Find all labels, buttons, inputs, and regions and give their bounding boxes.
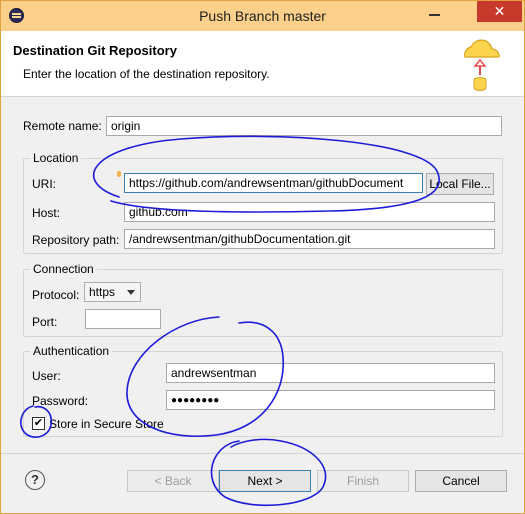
wizard-banner: Destination Git Repository Enter the loc… [1,31,524,97]
banner-description: Enter the location of the destination re… [23,67,270,81]
title-bar: Push Branch master ✕ [1,1,524,31]
host-label: Host: [32,206,61,220]
uri-label: URI: [32,177,56,191]
help-icon[interactable]: ? [25,470,45,490]
minimize-button[interactable] [427,5,443,19]
repository-path-input[interactable]: /andrewsentman/githubDocumentation.git [124,229,495,249]
password-input[interactable]: ●●●●●●●● [166,390,495,410]
close-button[interactable]: ✕ [477,1,522,22]
window-title: Push Branch master [199,8,326,24]
authentication-group-title: Authentication [30,344,113,358]
footer-separator [1,453,524,454]
password-label: Password: [32,394,89,408]
cancel-button[interactable]: Cancel [415,470,507,492]
cloud-upload-icon [464,39,500,91]
banner-title: Destination Git Repository [13,43,177,58]
next-button[interactable]: Next > [219,470,311,492]
push-branch-dialog: Push Branch master ✕ Destination Git Rep… [0,0,525,514]
store-secure-label[interactable]: Store in Secure Store [49,417,164,431]
remote-name-label: Remote name: [23,119,102,133]
location-group-title: Location [30,151,82,165]
connection-group-title: Connection [30,262,97,276]
port-input[interactable] [85,309,161,329]
repository-path-label: Repository path: [32,233,120,247]
port-label: Port: [32,315,58,329]
remote-name-input[interactable]: origin [106,116,502,136]
store-secure-checkbox[interactable]: ✔ [32,417,45,430]
back-button[interactable]: < Back [127,470,219,492]
local-file-button[interactable]: Local File... [426,173,494,195]
protocol-label: Protocol: [32,288,80,302]
uri-input[interactable]: https://github.com/andrewsentman/githubD… [124,173,423,193]
user-label: User: [32,369,61,383]
protocol-select-value: https [89,285,116,299]
content-assist-bulb-icon [117,171,121,177]
chevron-down-icon [127,290,135,295]
protocol-select[interactable]: https [84,282,141,302]
host-input[interactable]: github.com [124,202,495,222]
user-input[interactable]: andrewsentman [166,363,495,383]
finish-button[interactable]: Finish [317,470,409,492]
